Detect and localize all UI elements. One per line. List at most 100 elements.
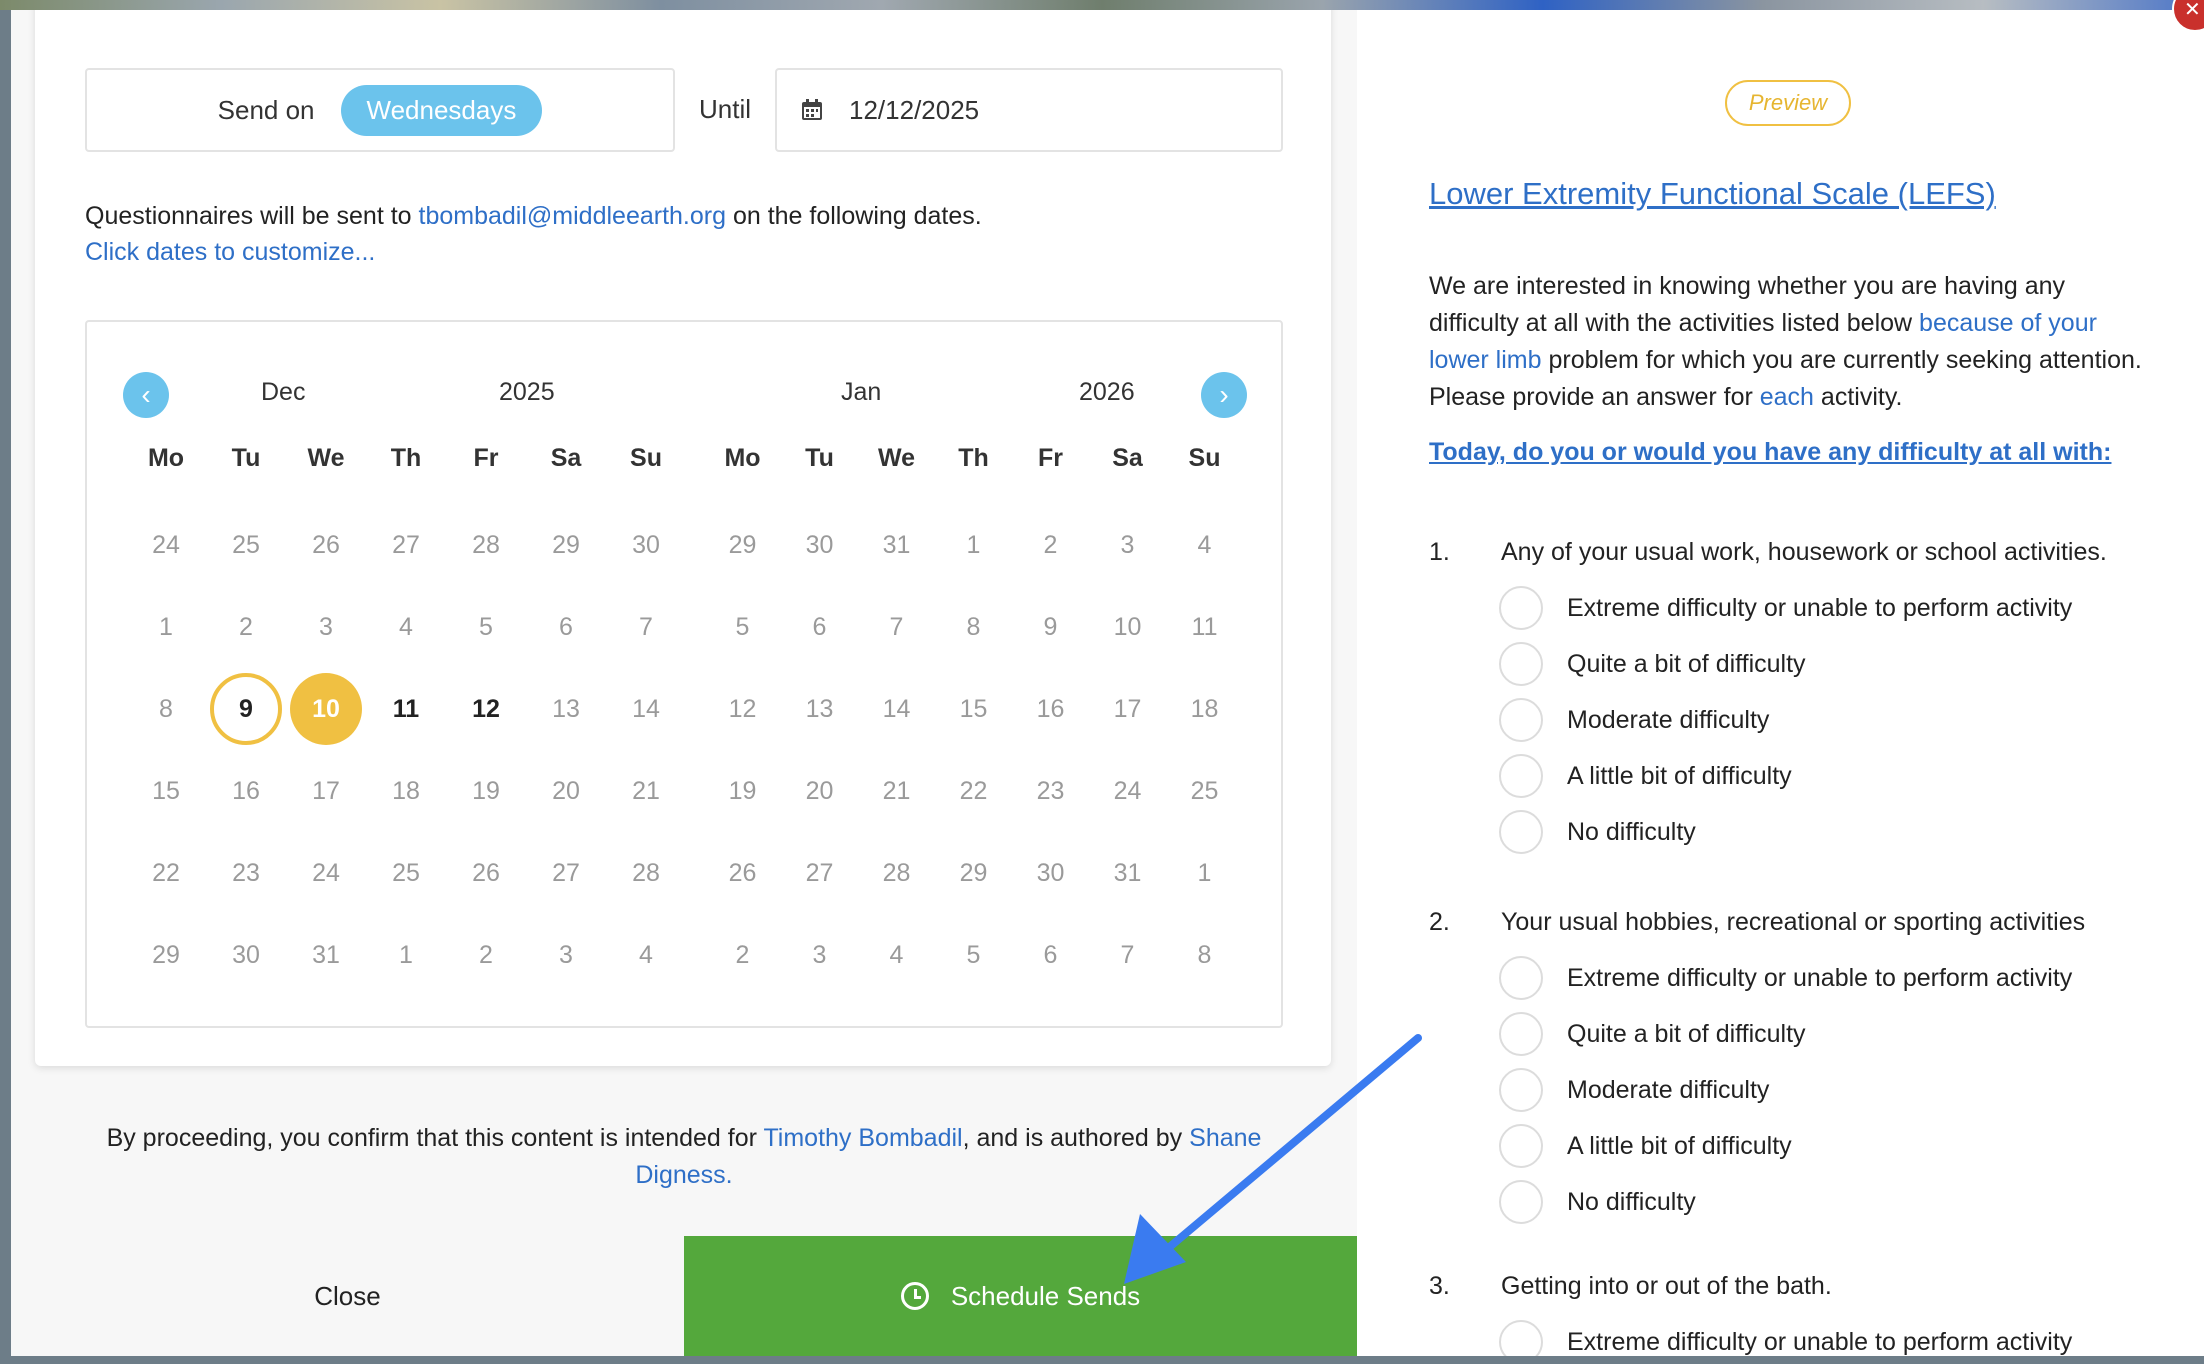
calendar-day[interactable]: 26 [446,832,526,914]
calendar-day[interactable]: 3 [526,914,606,996]
calendar-day[interactable]: 2 [446,914,526,996]
calendar-day[interactable]: 10 [1089,586,1166,668]
calendar-day[interactable]: 4 [858,914,935,996]
calendar-day[interactable]: 6 [781,586,858,668]
calendar-day[interactable]: 11 [366,668,446,750]
calendar-day[interactable]: 23 [206,832,286,914]
radio-button[interactable] [1499,642,1543,686]
calendar-day[interactable]: 27 [366,504,446,586]
calendar-day[interactable]: 3 [1089,504,1166,586]
customize-dates-link[interactable]: Click dates to customize... [85,238,375,267]
calendar-day[interactable]: 18 [366,750,446,832]
calendar-day[interactable]: 25 [366,832,446,914]
answer-option[interactable]: Moderate difficulty [1499,1062,2072,1118]
calendar-day[interactable]: 2 [704,914,781,996]
answer-option[interactable]: No difficulty [1499,1174,2072,1230]
schedule-sends-button[interactable]: Schedule Sends [684,1236,1357,1356]
calendar-day[interactable]: 30 [781,504,858,586]
close-button[interactable]: Close [11,1236,684,1356]
calendar-day[interactable]: 4 [366,586,446,668]
calendar-day[interactable]: 26 [704,832,781,914]
calendar-day[interactable]: 25 [1166,750,1243,832]
calendar-day[interactable]: 3 [286,586,366,668]
calendar-day[interactable]: 6 [526,586,606,668]
calendar-day[interactable]: 30 [206,914,286,996]
calendar-day[interactable]: 30 [1012,832,1089,914]
calendar-day[interactable]: 28 [446,504,526,586]
radio-button[interactable] [1499,1068,1543,1112]
calendar-day[interactable]: 19 [446,750,526,832]
radio-button[interactable] [1499,1320,1543,1356]
calendar-day[interactable]: 22 [126,832,206,914]
calendar-day[interactable]: 8 [1166,914,1243,996]
calendar-day[interactable]: 28 [858,832,935,914]
calendar-day[interactable]: 18 [1166,668,1243,750]
answer-option[interactable]: No difficulty [1499,804,2072,860]
radio-button[interactable] [1499,754,1543,798]
calendar-day[interactable]: 1 [366,914,446,996]
answer-option[interactable]: Quite a bit of difficulty [1499,1006,2072,1062]
calendar-day[interactable]: 27 [781,832,858,914]
calendar-day[interactable]: 7 [606,586,686,668]
calendar-day[interactable]: 2 [1012,504,1089,586]
calendar-day[interactable]: 23 [1012,750,1089,832]
calendar-day[interactable]: 21 [606,750,686,832]
radio-button[interactable] [1499,1124,1543,1168]
calendar-day[interactable]: 16 [1012,668,1089,750]
calendar-day[interactable]: 30 [606,504,686,586]
calendar-day[interactable]: 7 [858,586,935,668]
calendar-day[interactable]: 13 [526,668,606,750]
calendar-day[interactable]: 29 [126,914,206,996]
calendar-day[interactable]: 16 [206,750,286,832]
calendar-day[interactable]: 1 [935,504,1012,586]
calendar-day[interactable]: 8 [126,668,206,750]
calendar-day-selected[interactable]: 10 [286,668,366,750]
answer-option[interactable]: Moderate difficulty [1499,692,2072,748]
answer-option[interactable]: Extreme difficulty or unable to perform … [1499,950,2072,1006]
radio-button[interactable] [1499,698,1543,742]
calendar-day[interactable]: 2 [206,586,286,668]
radio-button[interactable] [1499,586,1543,630]
calendar-day[interactable]: 20 [526,750,606,832]
calendar-day[interactable]: 17 [1089,668,1166,750]
recipient-email-link[interactable]: tbombadil@middleearth.org [419,202,726,230]
calendar-day[interactable]: 31 [286,914,366,996]
calendar-day[interactable]: 21 [858,750,935,832]
questionnaire-title-link[interactable]: Lower Extremity Functional Scale (LEFS) [1429,176,1996,212]
calendar-day[interactable]: 29 [704,504,781,586]
calendar-day[interactable]: 24 [126,504,206,586]
patient-link[interactable]: Timothy Bombadil [763,1124,962,1152]
until-date-field[interactable]: 12/12/2025 [775,68,1283,152]
answer-option[interactable]: Extreme difficulty or unable to perform … [1499,580,2072,636]
answer-option[interactable]: Extreme difficulty or unable to perform … [1499,1314,2072,1356]
calendar-day[interactable]: 15 [126,750,206,832]
radio-button[interactable] [1499,956,1543,1000]
answer-option[interactable]: A little bit of difficulty [1499,748,2072,804]
calendar-day[interactable]: 8 [935,586,1012,668]
calendar-day[interactable]: 14 [606,668,686,750]
calendar-day[interactable]: 1 [1166,832,1243,914]
calendar-day[interactable]: 20 [781,750,858,832]
calendar-day[interactable]: 25 [206,504,286,586]
weekday-select[interactable]: Wednesdays [340,84,543,136]
calendar-day[interactable]: 5 [704,586,781,668]
answer-option[interactable]: Quite a bit of difficulty [1499,636,2072,692]
calendar-day[interactable]: 28 [606,832,686,914]
calendar-day[interactable]: 4 [606,914,686,996]
calendar-day[interactable]: 11 [1166,586,1243,668]
calendar-day[interactable]: 12 [704,668,781,750]
calendar-day[interactable]: 31 [1089,832,1166,914]
answer-option[interactable]: A little bit of difficulty [1499,1118,2072,1174]
calendar-day[interactable]: 19 [704,750,781,832]
calendar-day[interactable]: 6 [1012,914,1089,996]
calendar-day[interactable]: 13 [781,668,858,750]
calendar-day[interactable]: 4 [1166,504,1243,586]
radio-button[interactable] [1499,1012,1543,1056]
calendar-day[interactable]: 15 [935,668,1012,750]
calendar-day[interactable]: 17 [286,750,366,832]
calendar-day[interactable]: 29 [526,504,606,586]
calendar-day[interactable]: 1 [126,586,206,668]
calendar-day[interactable]: 27 [526,832,606,914]
calendar-day[interactable]: 5 [935,914,1012,996]
calendar-day[interactable]: 24 [1089,750,1166,832]
